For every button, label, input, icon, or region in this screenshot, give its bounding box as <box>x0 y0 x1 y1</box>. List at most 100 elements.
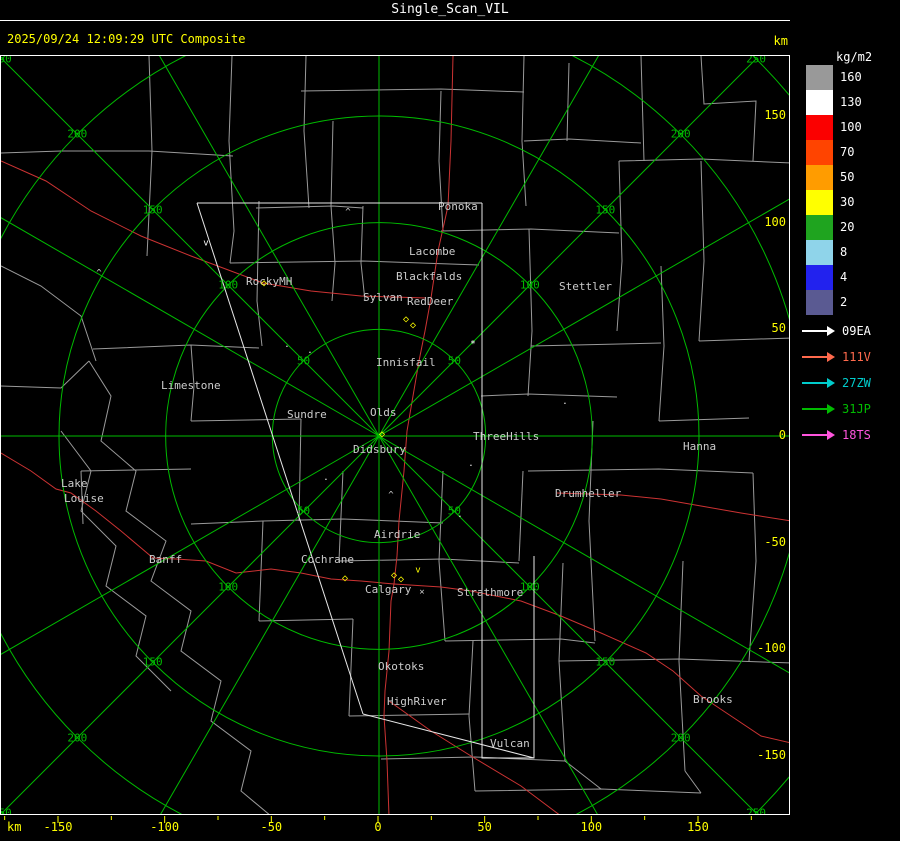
storm-cell-marker: ◇ <box>402 314 410 325</box>
scale-swatch-50 <box>806 165 833 190</box>
city-label: Sundre <box>287 408 327 421</box>
map-label-layer: 50 50 50 50 100 100 100 100 150 150 150 150 200 200 20… <box>1 56 789 814</box>
city-label: Okotoks <box>378 660 425 673</box>
radar-site-id: 27ZW <box>842 376 871 390</box>
scale-swatch-160 <box>806 65 833 90</box>
scale-value: 2 <box>840 295 848 309</box>
city-label: Blackfalds <box>396 270 463 283</box>
storm-cell-marker: ◇ <box>409 320 417 331</box>
x-axis-tick-label: 0 <box>374 820 382 834</box>
x-axis-tick-label: 100 <box>580 820 603 834</box>
city-label: Strathmore <box>457 586 524 599</box>
y-axis-tick-label: 150 <box>764 108 786 122</box>
point-marker: · <box>323 475 329 486</box>
point-marker: · <box>562 399 568 410</box>
city-label: Ponoka <box>438 200 478 213</box>
radar-arrow-icon <box>802 430 836 440</box>
range-ring-label: 200 <box>670 127 691 141</box>
y-axis-tick-label: -100 <box>757 641 786 656</box>
city-label: Calgary <box>365 583 412 596</box>
city-label: ThreeHills <box>473 430 540 443</box>
scale-swatch-30 <box>806 190 833 215</box>
scale-value: 100 <box>840 120 862 134</box>
range-ring-label: 150 <box>595 655 616 669</box>
city-label: Innisfail <box>376 356 436 369</box>
city-label: Cochrane <box>301 553 354 566</box>
point-marker: · <box>307 348 313 359</box>
scale-swatch-8 <box>806 240 833 265</box>
x-axis-tick-label: 150 <box>687 820 709 834</box>
scale-value: 20 <box>840 220 855 234</box>
range-ring-label: 250 <box>1 806 12 815</box>
range-ring-label: 250 <box>746 55 767 66</box>
color-scale-values: 160 130 100 70 50 30 20 8 4 2 <box>840 65 862 315</box>
storm-cell-marker: ◇ <box>378 429 386 440</box>
storm-cell-marker: ◇ <box>260 278 268 289</box>
city-label: Stettler <box>559 280 612 293</box>
range-ring-label: 200 <box>670 731 691 745</box>
radar-site-id: 111V <box>842 350 871 364</box>
radar-arrow-icon <box>802 378 836 388</box>
x-axis-unit-label: km <box>7 820 22 834</box>
y-axis-unit-label: km <box>773 34 788 48</box>
storm-cell-marker: ◇ <box>397 574 405 585</box>
x-axis: km -150 -100 -50 0 50 100 150 <box>0 820 790 836</box>
range-ring-label: 50 <box>447 354 462 368</box>
radar-site-18TS: 18TS <box>802 422 871 448</box>
radar-arrow-icon <box>802 326 836 336</box>
point-marker: v <box>415 565 421 576</box>
window-titlebar: Single_Scan_VIL <box>0 0 900 21</box>
scale-swatch-4 <box>806 265 833 290</box>
city-label: Lake <box>61 477 88 490</box>
city-label: Hanna <box>683 440 717 453</box>
y-axis-tick-label: 100 <box>764 214 786 229</box>
range-ring-label: 200 <box>67 731 88 745</box>
radar-site-31JP: 31JP <box>802 396 871 422</box>
city-label: Brooks <box>693 693 733 706</box>
point-marker: · <box>284 342 290 353</box>
point-marker: ^ <box>388 490 394 501</box>
storm-cell-marker: ◇ <box>390 570 398 581</box>
point-marker: ^ <box>345 207 351 218</box>
range-ring-label: 100 <box>519 278 540 292</box>
storm-cell-marker: ◇ <box>341 573 349 584</box>
y-axis-tick-label: -150 <box>757 748 786 762</box>
radar-display[interactable]: 50 50 50 50 100 100 100 100 150 150 150 150 200 200 20… <box>0 55 790 815</box>
range-ring-label: 150 <box>595 203 616 217</box>
radar-site-27ZW: 27ZW <box>802 370 871 396</box>
x-axis-tick-label: -50 <box>260 820 283 834</box>
scale-value: 8 <box>840 245 848 259</box>
city-label: Airdrie <box>374 528 421 541</box>
radar-site-legend: 09EA 111V 27ZW 31JP 18TS <box>802 318 871 448</box>
range-ring-label: 100 <box>218 580 239 594</box>
city-label: RockyMH <box>246 275 293 288</box>
radar-application-window: Single_Scan_VIL 2025/09/24 12:09:29 UTC … <box>0 0 900 841</box>
city-label: Sylvan <box>363 291 403 304</box>
city-label: RedDeer <box>407 295 454 308</box>
city-label: Didsbury <box>353 443 406 456</box>
scale-value: 130 <box>840 95 862 109</box>
range-ring-label: 250 <box>746 806 767 815</box>
point-marker: · <box>457 512 463 523</box>
scale-value: 4 <box>840 270 848 284</box>
range-ring-label: 100 <box>218 278 239 292</box>
y-axis-tick-label: -50 <box>764 534 786 549</box>
x-axis-tick-label: -150 <box>43 820 73 834</box>
scale-swatch-20 <box>806 215 833 240</box>
scale-swatch-70 <box>806 140 833 165</box>
radar-site-09EA: 09EA <box>802 318 871 344</box>
y-axis-tick-label: 50 <box>771 321 786 336</box>
range-ring-label: 50 <box>296 504 311 518</box>
point-marker: v <box>203 238 209 249</box>
point-marker: · <box>468 461 474 472</box>
radar-site-id: 09EA <box>842 324 871 338</box>
city-label: Limestone <box>161 379 221 392</box>
point-marker: × <box>419 587 425 598</box>
radar-site-id: 31JP <box>842 402 871 416</box>
radar-site-111V: 111V <box>802 344 871 370</box>
range-ring-label: 200 <box>67 127 88 141</box>
city-label: Drumheller <box>555 487 622 500</box>
color-scale <box>806 65 833 315</box>
window-title: Single_Scan_VIL <box>391 2 509 17</box>
scale-swatch-2 <box>806 290 833 315</box>
